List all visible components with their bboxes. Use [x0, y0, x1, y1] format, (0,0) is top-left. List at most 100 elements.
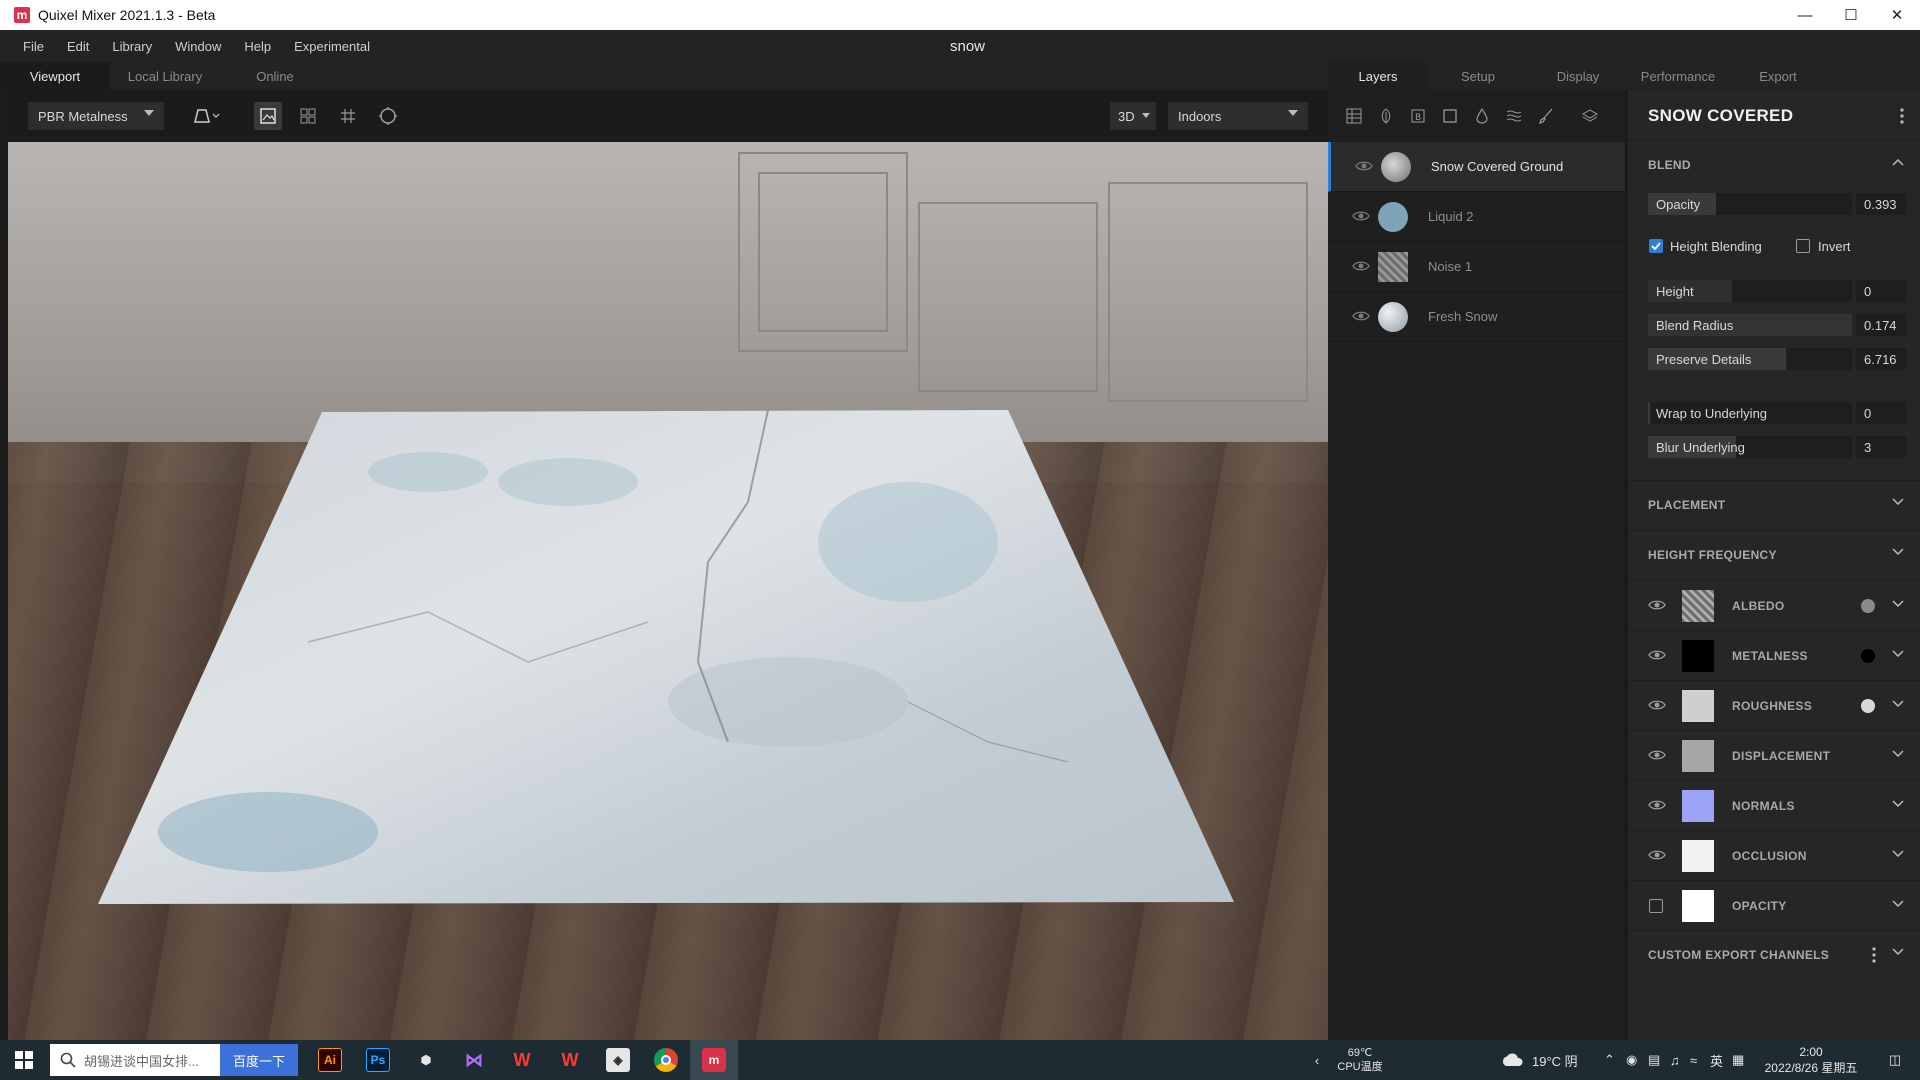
quad-view-button[interactable] — [294, 102, 322, 130]
layer-stack-button[interactable] — [1574, 102, 1606, 130]
eye-icon[interactable] — [1352, 309, 1370, 323]
taskbar-app-illustrator[interactable]: Ai — [306, 1040, 354, 1080]
add-surface-layer-button[interactable] — [1338, 102, 1370, 130]
tab-performance[interactable]: Performance — [1628, 62, 1728, 90]
view-mode-dropdown[interactable]: 3D — [1110, 102, 1156, 130]
opacity-channel-checkbox[interactable] — [1649, 899, 1663, 913]
tray-expand-icon[interactable]: ⌃ — [1604, 1040, 1620, 1080]
taskbar-app-cube[interactable]: ⬢ — [402, 1040, 450, 1080]
chevron-down-icon[interactable] — [1892, 650, 1904, 658]
channel-row-roughness[interactable]: ROUGHNESS — [1628, 680, 1920, 730]
more-options-icon[interactable] — [1900, 108, 1904, 124]
eye-icon[interactable] — [1648, 848, 1666, 862]
blend-section-header[interactable]: BLEND — [1628, 140, 1920, 188]
layer-row[interactable]: Fresh Snow — [1328, 292, 1625, 342]
tab-layers[interactable]: Layers — [1328, 62, 1428, 90]
opacity-slider[interactable]: Opacity — [1648, 193, 1852, 215]
eye-icon[interactable] — [1352, 259, 1370, 273]
channel-row-albedo[interactable]: ALBEDO — [1628, 580, 1920, 630]
chevron-down-icon[interactable] — [1892, 850, 1904, 858]
channel-color-swatch[interactable] — [1861, 649, 1875, 663]
layer-row[interactable]: Snow Covered Ground — [1328, 142, 1625, 192]
grid-toggle-button[interactable] — [334, 102, 362, 130]
network-icon[interactable]: ▤ — [1648, 1040, 1664, 1080]
menu-file[interactable]: File — [23, 39, 44, 54]
blur-underlying-value-field[interactable]: 3 — [1856, 436, 1906, 458]
tab-export[interactable]: Export — [1728, 62, 1828, 90]
eye-icon[interactable] — [1648, 598, 1666, 612]
eye-icon[interactable] — [1648, 698, 1666, 712]
weather-widget[interactable]: 19°C 阴 — [1500, 1040, 1578, 1080]
invert-checkbox[interactable] — [1796, 239, 1810, 253]
preserve-details-slider[interactable]: Preserve Details — [1648, 348, 1852, 370]
environment-dropdown[interactable]: Indoors — [1168, 102, 1308, 130]
eye-icon[interactable] — [1352, 209, 1370, 223]
taskbar-app-wps[interactable]: W — [498, 1040, 546, 1080]
baidu-search-button[interactable]: 百度一下 — [220, 1044, 298, 1076]
layer-row[interactable]: Liquid 2 — [1328, 192, 1625, 242]
height-blending-checkbox[interactable] — [1649, 239, 1663, 253]
tab-online[interactable]: Online — [220, 62, 330, 90]
eye-icon[interactable] — [1355, 159, 1373, 173]
keyboard-grid-icon[interactable]: ▦ — [1732, 1040, 1748, 1080]
menu-window[interactable]: Window — [175, 39, 221, 54]
blend-radius-slider[interactable]: Blend Radius — [1648, 314, 1852, 336]
taskbar-search-box[interactable]: 胡锡进谈中国女排... — [50, 1044, 220, 1076]
chevron-down-icon[interactable] — [1892, 900, 1904, 908]
close-icon[interactable]: ✕ — [1874, 0, 1920, 30]
more-options-icon[interactable] — [1872, 947, 1876, 963]
camera-projection-button[interactable] — [184, 102, 228, 130]
menu-help[interactable]: Help — [244, 39, 271, 54]
channel-color-swatch[interactable] — [1861, 699, 1875, 713]
clock[interactable]: 2:00 2022/8/26 星期五 — [1756, 1040, 1866, 1080]
menu-library[interactable]: Library — [112, 39, 152, 54]
opacity-value-field[interactable]: 0.393 — [1856, 193, 1906, 215]
wrap-to-underlying-value-field[interactable]: 0 — [1856, 402, 1906, 424]
shading-mode-dropdown[interactable]: PBR Metalness — [28, 102, 164, 130]
single-view-button[interactable] — [254, 102, 282, 130]
blur-underlying-slider[interactable]: Blur Underlying — [1648, 436, 1852, 458]
tab-display[interactable]: Display — [1528, 62, 1628, 90]
add-decal-layer-button[interactable]: B — [1402, 102, 1434, 130]
channel-row-metalness[interactable]: METALNESS — [1628, 630, 1920, 680]
placement-section-header[interactable]: PLACEMENT — [1628, 480, 1920, 528]
taskbar-app-chrome[interactable] — [642, 1040, 690, 1080]
menu-edit[interactable]: Edit — [67, 39, 89, 54]
eye-icon[interactable] — [1648, 798, 1666, 812]
eye-icon[interactable] — [1648, 648, 1666, 662]
channel-color-swatch[interactable] — [1861, 599, 1875, 613]
tab-setup[interactable]: Setup — [1428, 62, 1528, 90]
height-slider[interactable]: Height — [1648, 280, 1852, 302]
custom-export-channels-header[interactable]: CUSTOM EXPORT CHANNELS — [1628, 930, 1920, 978]
notification-center-icon[interactable]: ◫ — [1880, 1040, 1910, 1080]
chevron-down-icon[interactable] — [1892, 600, 1904, 608]
channel-row-normals[interactable]: NORMALS — [1628, 780, 1920, 830]
show-hidden-icons-button[interactable]: ‹ — [1310, 1040, 1324, 1080]
taskbar-app-quixel-mixer[interactable]: m — [690, 1040, 738, 1080]
wrap-to-underlying-slider[interactable]: Wrap to Underlying — [1648, 402, 1852, 424]
channel-row-occlusion[interactable]: OCCLUSION — [1628, 830, 1920, 880]
channel-row-displacement[interactable]: DISPLACEMENT — [1628, 730, 1920, 780]
wifi-icon[interactable]: ≈ — [1690, 1040, 1706, 1080]
focus-target-button[interactable] — [374, 102, 402, 130]
taskbar-app-photoshop[interactable]: Ps — [354, 1040, 402, 1080]
chevron-down-icon[interactable] — [1892, 750, 1904, 758]
tab-viewport[interactable]: Viewport — [0, 62, 110, 90]
preserve-details-value-field[interactable]: 6.716 — [1856, 348, 1906, 370]
start-button[interactable] — [0, 1040, 48, 1080]
tab-local-library[interactable]: Local Library — [110, 62, 220, 90]
eye-icon[interactable] — [1648, 748, 1666, 762]
add-liquid-layer-button[interactable] — [1466, 102, 1498, 130]
channel-row-opacity[interactable]: OPACITY — [1628, 880, 1920, 930]
chevron-down-icon[interactable] — [1892, 800, 1904, 808]
blend-radius-value-field[interactable]: 0.174 — [1856, 314, 1906, 336]
add-noise-layer-button[interactable] — [1498, 102, 1530, 130]
add-solid-layer-button[interactable] — [1434, 102, 1466, 130]
maximize-icon[interactable]: ☐ — [1828, 0, 1874, 30]
minimize-icon[interactable]: — — [1782, 0, 1828, 30]
3d-viewport[interactable] — [8, 142, 1328, 1040]
taskbar-app-wps-2[interactable]: W — [546, 1040, 594, 1080]
add-paint-layer-button[interactable] — [1530, 102, 1562, 130]
taskbar-app-tool[interactable]: ◈ — [594, 1040, 642, 1080]
menu-experimental[interactable]: Experimental — [294, 39, 370, 54]
